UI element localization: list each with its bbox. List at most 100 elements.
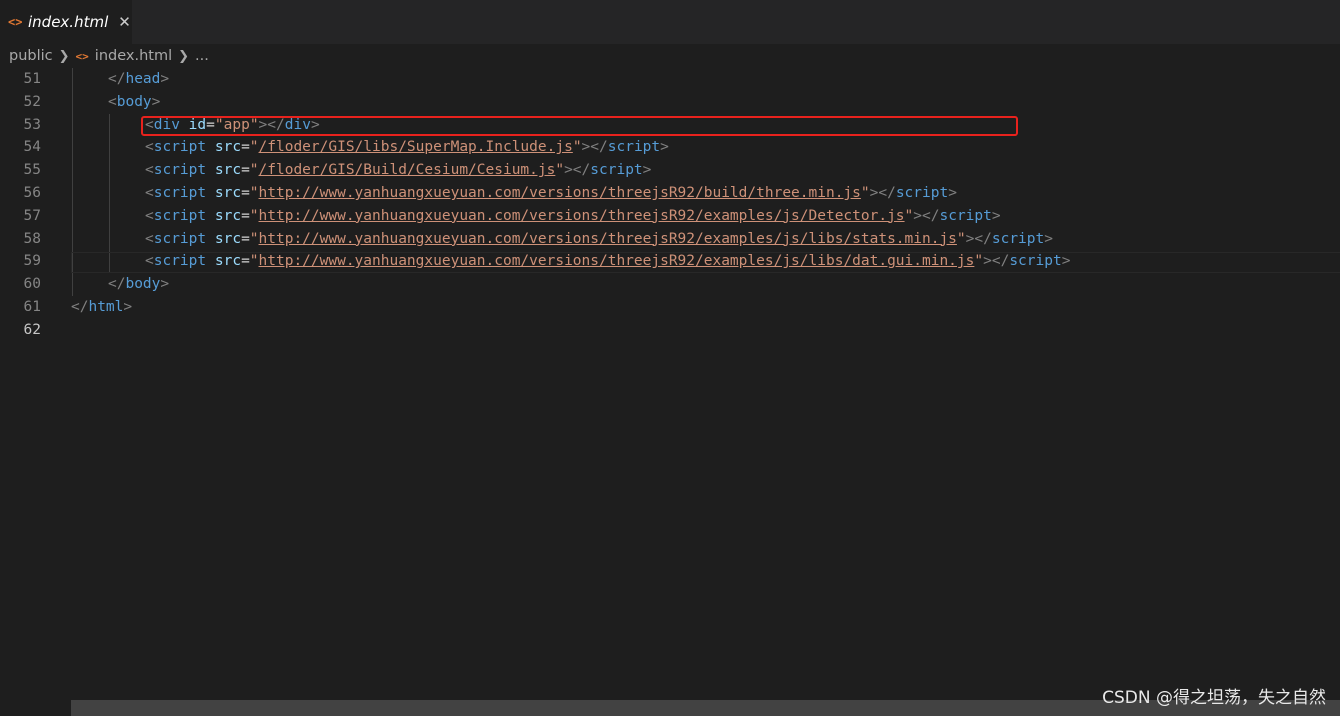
tag-name: script (153, 185, 207, 201)
tag-bracket: > (160, 276, 170, 293)
breadcrumb-folder[interactable]: public (9, 48, 53, 64)
highlight-annotation (141, 116, 1018, 136)
tag-bracket: < (145, 230, 154, 247)
attribute-name: src (214, 162, 242, 179)
attribute-name: src (214, 230, 242, 247)
code-line: 55 <script src="/floder/GIS/Build/Cesium/… (0, 159, 1340, 182)
code-line: 56 <script src="http://www.yanhuangxueyua… (0, 182, 1340, 205)
line-number: 56 (23, 185, 41, 201)
string-quote: " (249, 230, 259, 247)
code-text: </head> (108, 68, 169, 91)
code-line: 51 </head> (0, 68, 1340, 91)
breadcrumb-symbols[interactable]: ... (195, 48, 209, 64)
chevron-right-icon: ❯ (178, 48, 190, 64)
tag-bracket: < (145, 185, 154, 201)
tag-bracket: > (123, 299, 133, 315)
tag-name: script (153, 207, 207, 224)
attribute-value: http://www.yanhuangxueyuan.com/versions/… (258, 230, 957, 247)
line-number: 52 (23, 93, 41, 110)
string-quote: " (555, 162, 565, 179)
attribute-name: src (214, 139, 242, 156)
string-quote: " (249, 139, 259, 156)
code-line: 54 <script src="/floder/GIS/libs/SuperMap… (0, 136, 1340, 159)
current-line-indicator (71, 252, 1340, 273)
tag-name: script (607, 139, 661, 156)
tag-bracket: ></ (965, 230, 992, 247)
tag-bracket: ></ (581, 139, 608, 156)
code-text: <script src="/floder/GIS/Build/Cesium/Ce… (145, 159, 651, 182)
line-number: 62 (23, 321, 41, 338)
tag-name: script (153, 139, 207, 156)
code-text: <body> (108, 91, 160, 114)
attribute-value: /floder/GIS/Build/Cesium/Cesium.js (258, 162, 556, 179)
code-line: 61 </html> (0, 296, 1340, 319)
tab-index-html[interactable]: <> index.html ✕ (0, 0, 132, 44)
code-line: 58 <script src="http://www.yanhuangxueyua… (0, 228, 1340, 251)
code-editor[interactable]: 51 </head> 52 <body> 53 <div id="app"></div> 5… (0, 68, 1340, 716)
tag-name: script (153, 230, 207, 247)
line-number: 54 (23, 139, 41, 156)
code-line: 52 <body> (0, 91, 1340, 114)
tab-bar: <> index.html ✕ (0, 0, 1340, 44)
string-quote: " (956, 230, 966, 247)
tag-bracket: ></ (869, 185, 896, 201)
tag-name: script (590, 162, 643, 179)
attribute-name: src (214, 185, 242, 201)
tag-name: script (991, 230, 1045, 247)
code-line: 62 (0, 319, 1340, 342)
line-number: 55 (23, 162, 41, 179)
string-quote: " (249, 207, 259, 224)
line-number: 61 (23, 299, 41, 315)
string-quote: " (249, 162, 259, 179)
breadcrumb-file[interactable]: index.html (95, 48, 172, 64)
tag-name: body (116, 93, 152, 110)
code-line: 60 </body> (0, 273, 1340, 296)
code-text: <script src="http://www.yanhuangxueyuan.… (145, 182, 957, 205)
tag-bracket: > (151, 93, 161, 110)
equals-sign: = (241, 230, 250, 247)
equals-sign: = (241, 185, 250, 201)
line-number: 59 (23, 253, 41, 270)
tag-bracket: </ (108, 276, 126, 293)
watermark: CSDN @得之坦荡，失之自然 (1102, 688, 1326, 708)
close-icon[interactable]: ✕ (118, 13, 131, 31)
tag-bracket: ></ (913, 207, 940, 224)
tag-name: script (895, 185, 949, 201)
html-file-icon: <> (75, 49, 89, 63)
tag-bracket: > (660, 139, 669, 156)
tag-bracket: </ (71, 299, 89, 315)
tag-bracket: < (108, 93, 117, 110)
equals-sign: = (241, 139, 250, 156)
code-text: </html> (71, 296, 132, 319)
line-number: 53 (23, 116, 41, 133)
chevron-right-icon: ❯ (58, 48, 70, 64)
tag-bracket: < (145, 207, 154, 224)
code-text: <script src="/floder/GIS/libs/SuperMap.I… (145, 136, 669, 159)
indent-guide (109, 113, 110, 274)
line-number: 57 (23, 207, 41, 224)
tag-bracket: </ (108, 71, 126, 87)
attribute-value: http://www.yanhuangxueyuan.com/versions/… (258, 207, 905, 224)
line-number: 60 (23, 276, 41, 293)
tag-name: script (153, 162, 207, 179)
code-line: 57 <script src="http://www.yanhuangxueyua… (0, 205, 1340, 228)
code-text: </body> (108, 273, 169, 296)
tag-name: script (939, 207, 992, 224)
tag-name: head (125, 71, 161, 87)
tag-bracket: > (991, 207, 1001, 224)
string-quote: " (860, 185, 870, 201)
tag-bracket: < (145, 162, 154, 179)
attribute-name: src (214, 207, 242, 224)
tab-label: index.html (28, 13, 109, 31)
tag-name: body (125, 276, 161, 293)
attribute-value: http://www.yanhuangxueyuan.com/versions/… (258, 185, 861, 201)
tag-name: html (88, 299, 124, 315)
equals-sign: = (241, 207, 250, 224)
tag-bracket: > (160, 71, 170, 87)
line-number: 58 (23, 230, 41, 247)
string-quote: " (904, 207, 914, 224)
line-number: 51 (23, 71, 41, 87)
tag-bracket: > (642, 162, 652, 179)
tag-bracket: > (948, 185, 957, 201)
string-quote: " (249, 185, 259, 201)
